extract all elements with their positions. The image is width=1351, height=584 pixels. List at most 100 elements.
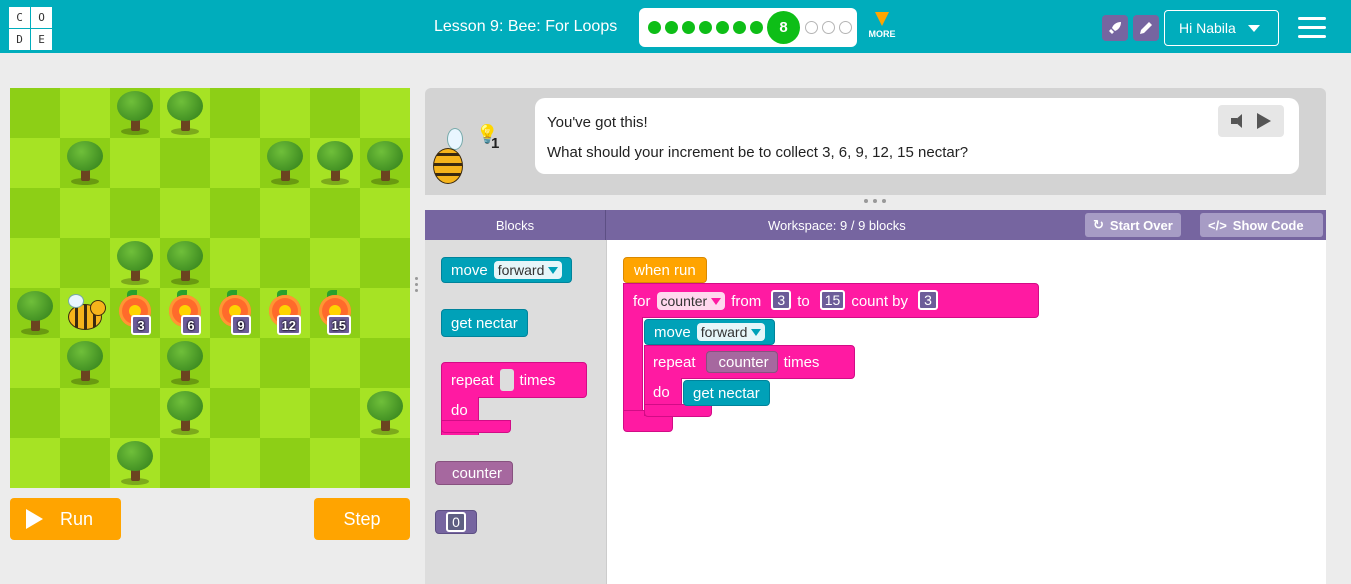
maze-cell [210, 138, 260, 188]
tree-icon [365, 391, 405, 435]
maze-cell [260, 238, 310, 288]
text-to-speech-controls[interactable] [1218, 105, 1284, 137]
pencil-button[interactable] [1133, 15, 1159, 41]
run-button[interactable]: Run [10, 498, 121, 540]
maze-cell [360, 188, 410, 238]
flower-icon: 9 [215, 290, 255, 335]
level-dot-upcoming[interactable] [822, 21, 835, 34]
maze-cell [60, 438, 110, 488]
bee-body [433, 148, 463, 184]
block-label: times [519, 371, 556, 389]
maze-cell [210, 188, 260, 238]
maze-cell [160, 138, 210, 188]
maze-cell [310, 438, 360, 488]
tree-canopy [17, 291, 53, 321]
maze-cell [110, 238, 160, 288]
level-dot-upcoming[interactable] [839, 21, 852, 34]
speaker-icon[interactable] [1231, 114, 1247, 128]
maze-cell [10, 238, 60, 288]
tree-canopy [117, 91, 153, 121]
more-button[interactable]: MORE [864, 12, 900, 39]
level-dot-upcoming[interactable] [805, 21, 818, 34]
number-field[interactable]: 0 [446, 512, 466, 532]
toolbox-get-nectar-block[interactable]: get nectar [441, 309, 528, 337]
tree-icon [165, 391, 205, 435]
to-value[interactable]: 15 [819, 290, 846, 310]
level-dot-completed[interactable] [699, 21, 712, 34]
nectar-count: 15 [326, 315, 351, 335]
direction-dropdown[interactable]: forward [696, 323, 766, 341]
level-dot-completed[interactable] [665, 21, 678, 34]
maze-cell [110, 388, 160, 438]
tree-canopy [67, 341, 103, 371]
maze-cell [360, 338, 410, 388]
repeat-do-label: do [451, 401, 468, 419]
level-dot-completed[interactable] [750, 21, 763, 34]
level-dot-completed[interactable] [716, 21, 729, 34]
toolbox-move-block[interactable]: move forward [441, 257, 573, 283]
handle-dot [415, 289, 418, 292]
tree-icon [165, 341, 205, 385]
toolbox-header: Blocks [425, 210, 606, 240]
bee-character [64, 294, 106, 332]
maze-cell [310, 138, 360, 188]
tree-icon [115, 441, 155, 485]
loop-variable-dropdown[interactable]: counter [656, 292, 726, 310]
counter-variable-block[interactable]: counter [705, 351, 778, 373]
play-icon [26, 509, 43, 529]
maze-grid: 3 6 9 12 15 [10, 88, 411, 489]
repeat-block-row: repeat counter times [653, 351, 819, 373]
start-over-button[interactable]: ↻ Start Over [1085, 213, 1181, 237]
level-dot-completed[interactable] [733, 21, 746, 34]
lesson-title[interactable]: Lesson 9: Bee: For Loops [434, 18, 617, 36]
tree-canopy [117, 241, 153, 271]
level-dot-completed[interactable] [682, 21, 695, 34]
maze-cell [260, 188, 310, 238]
tree-icon [315, 141, 355, 185]
maze-cell [160, 238, 210, 288]
maze-cell [360, 438, 410, 488]
code-logo[interactable]: C O D E [9, 7, 52, 50]
hamburger-menu[interactable] [1298, 17, 1326, 44]
start-over-label: Start Over [1109, 217, 1173, 233]
get-nectar-block[interactable]: get nectar [683, 380, 770, 406]
panel-resize-handle[interactable] [415, 277, 419, 295]
rocket-button[interactable] [1102, 15, 1128, 41]
hint-count: 1 [491, 135, 500, 152]
resize-grip[interactable] [864, 199, 886, 204]
move-forward-block[interactable]: move forward [644, 319, 776, 345]
toolbox-number-block[interactable]: 0 [435, 510, 477, 534]
repeat-block-bottom [441, 420, 511, 433]
maze-cell [10, 188, 60, 238]
maze-cell [360, 388, 410, 438]
maze-cell [110, 438, 160, 488]
when-run-block[interactable]: when run [623, 257, 707, 283]
code-icon: </> [1208, 217, 1227, 233]
workspace: when run for counter from 3 to 15 count … [606, 240, 1326, 584]
maze-cell [310, 388, 360, 438]
for-loop-side [623, 317, 643, 423]
direction-dropdown[interactable]: forward [493, 261, 563, 279]
toolbox-counter-block[interactable]: counter [435, 461, 514, 485]
value-slot[interactable] [499, 369, 514, 391]
maze-cell: 9 [210, 288, 260, 338]
nectar-count: 3 [131, 315, 151, 335]
tree-canopy [367, 141, 403, 171]
play-icon[interactable] [1257, 113, 1271, 129]
rocket-icon [1109, 22, 1121, 34]
bee-head [90, 300, 106, 316]
tree-icon [15, 291, 55, 335]
workspace-block-count: Workspace: 9 / 9 blocks [768, 218, 906, 233]
dropdown-value: forward [497, 262, 545, 278]
from-value[interactable]: 3 [771, 290, 792, 310]
count-by-value[interactable]: 3 [918, 290, 939, 310]
current-level-badge[interactable]: 8 [767, 11, 800, 44]
maze-cell [60, 138, 110, 188]
user-menu-button[interactable]: Hi Nabila [1164, 10, 1279, 46]
show-code-button[interactable]: </> Show Code [1200, 213, 1323, 237]
nectar-count: 6 [181, 315, 201, 335]
step-button[interactable]: Step [314, 498, 410, 540]
level-dot-completed[interactable] [648, 21, 661, 34]
tree-icon [165, 241, 205, 285]
dropdown-arrow-icon [711, 297, 722, 305]
